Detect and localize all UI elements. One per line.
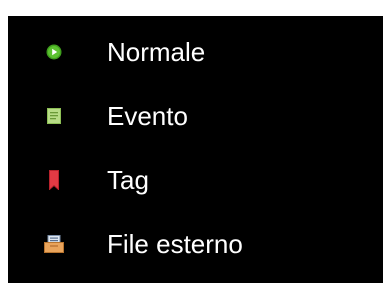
play-circle-icon	[44, 42, 64, 62]
playback-type-menu-screen: Normale Evento Tag File esterno	[0, 0, 383, 283]
menu-item-label: File esterno	[107, 229, 243, 259]
menu-item-label: Tag	[107, 165, 149, 195]
menu-item-file-esterno[interactable]: File esterno	[8, 220, 383, 268]
event-note-icon	[44, 106, 64, 126]
menu-item-tag[interactable]: Tag	[8, 156, 383, 204]
menu-item-evento[interactable]: Evento	[8, 92, 383, 140]
menu-item-label: Evento	[107, 101, 188, 131]
bookmark-tag-icon	[44, 170, 64, 190]
menu-item-label: Normale	[107, 37, 206, 67]
menu-item-normale[interactable]: Normale	[8, 28, 383, 76]
external-file-icon	[44, 234, 64, 254]
playback-type-menu: Normale Evento Tag File esterno	[8, 16, 383, 283]
